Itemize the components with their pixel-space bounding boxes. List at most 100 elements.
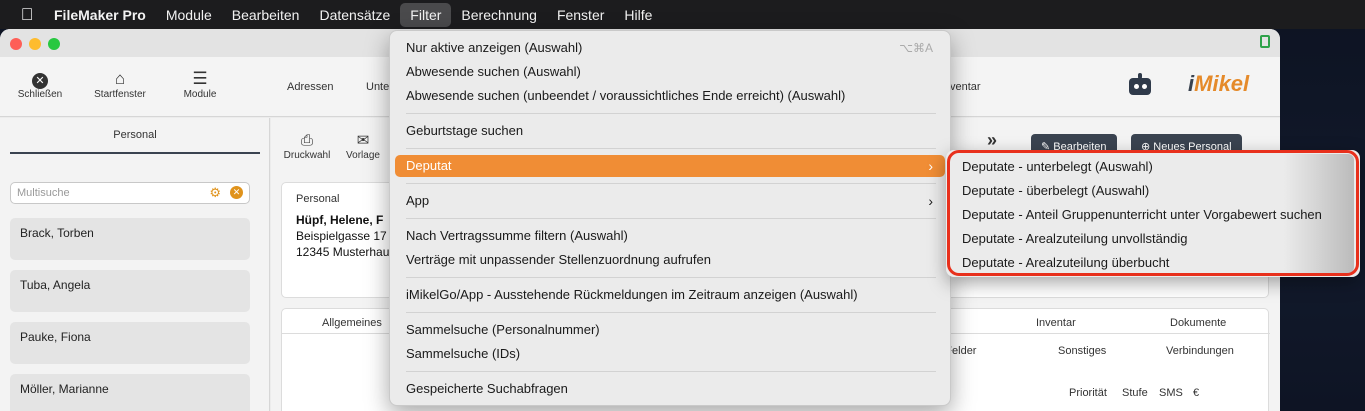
- robot-icon[interactable]: [1126, 73, 1154, 97]
- imikel-logo: iMikel: [1188, 71, 1250, 96]
- mail-icon: ✉: [356, 132, 370, 149]
- menu-item-sammelsuche-personalnummer[interactable]: Sammelsuche (Personalnummer): [395, 319, 945, 341]
- menu-item-vertraege-stellenzuordnung[interactable]: Verträge mit unpassender Stellenzuordnun…: [395, 249, 945, 271]
- close-window-button[interactable]: [10, 38, 22, 50]
- clear-search-icon[interactable]: ✕: [230, 186, 243, 199]
- menu-berechnung[interactable]: Berechnung: [451, 3, 547, 27]
- menu-item-label: Nur aktive anzeigen (Auswahl): [406, 40, 583, 55]
- subtab-verbindungen[interactable]: Verbindungen: [1166, 345, 1234, 357]
- menu-hilfe[interactable]: Hilfe: [614, 3, 662, 27]
- module-button-label: Module: [183, 89, 217, 100]
- home-button[interactable]: ⌂ Startfenster: [85, 69, 155, 100]
- person-city: 12345 Musterhau: [296, 245, 390, 259]
- filter-menu: Nur aktive anzeigen (Auswahl) ⌥⌘A Abwese…: [389, 30, 951, 406]
- submenu-item-unterbelegt[interactable]: Deputate - unterbelegt (Auswahl): [962, 159, 1153, 174]
- menu-bearbeiten[interactable]: Bearbeiten: [222, 3, 310, 27]
- tab-allgemeines[interactable]: Allgemeines: [322, 317, 382, 329]
- person-name: Pauke, Fiona: [20, 330, 91, 344]
- print-button[interactable]: ⎙ Druckwahl: [281, 132, 333, 161]
- chevron-right-icon[interactable]: »: [987, 130, 997, 151]
- subtab-sonstiges[interactable]: Sonstiges: [1058, 345, 1106, 357]
- menu-separator: [406, 183, 936, 184]
- chevron-right-icon: ›: [928, 158, 933, 174]
- menu-item-label: Gespeicherte Suchabfragen: [406, 381, 568, 396]
- menu-item-sammelsuche-ids[interactable]: Sammelsuche (IDs): [395, 343, 945, 365]
- menu-item-label: Deputat: [406, 158, 452, 173]
- search-input[interactable]: Multisuche ⚙ ✕: [10, 182, 250, 204]
- menu-item-shortcut: ⌥⌘A: [899, 41, 933, 55]
- nav-tab-adressen[interactable]: Adressen: [287, 81, 333, 93]
- submenu-item-arealzuteilung-unvollstaendig[interactable]: Deputate - Arealzuteilung unvollständig: [962, 231, 1187, 246]
- list-item[interactable]: Möller, Marianne: [10, 374, 250, 411]
- column-euro: €: [1193, 387, 1200, 399]
- gear-icon[interactable]: ⚙: [209, 185, 221, 201]
- menu-item-label: App: [406, 193, 430, 208]
- home-icon: ⌂: [114, 69, 126, 88]
- menu-fenster[interactable]: Fenster: [547, 3, 614, 27]
- sidebar: Personal Multisuche ⚙ ✕ Brack, Torben Tu…: [0, 118, 270, 411]
- menu-separator: [406, 371, 936, 372]
- menu-item-label: Abwesende suchen (unbeendet / voraussich…: [406, 88, 846, 103]
- menu-item-label: Verträge mit unpassender Stellenzuordnun…: [406, 252, 711, 267]
- menu-item-label: Abwesende suchen (Auswahl): [406, 64, 581, 79]
- nav-tab-inventar[interactable]: ventar: [950, 81, 981, 93]
- template-button[interactable]: ✉ Vorlage: [337, 132, 389, 161]
- menu-filter[interactable]: Filter: [400, 2, 452, 27]
- person-name: Tuba, Angela: [20, 278, 91, 292]
- tab-inventar[interactable]: Inventar: [1036, 317, 1076, 329]
- submenu-item-arealzuteilung-ueberbucht[interactable]: Deputate - Arealzuteilung überbucht: [962, 255, 1169, 270]
- lock-icon: [1260, 35, 1270, 48]
- menu-icon: ☰: [192, 69, 208, 88]
- person-street: Beispielgasse 17: [296, 229, 387, 243]
- menu-item-abwesende-unbeendet[interactable]: Abwesende suchen (unbeendet / voraussich…: [395, 85, 945, 107]
- column-prioritaet: Priorität: [1069, 387, 1107, 399]
- search-placeholder: Multisuche: [17, 187, 70, 199]
- menu-separator: [406, 148, 936, 149]
- menu-datensaetze[interactable]: Datensätze: [309, 3, 400, 27]
- list-item[interactable]: Pauke, Fiona: [10, 322, 250, 364]
- menu-filemaker-pro[interactable]: FileMaker Pro: [46, 3, 156, 27]
- apple-icon[interactable]: : [0, 5, 46, 25]
- close-button-label: Schließen: [17, 89, 63, 100]
- nav-tab-unte[interactable]: Unte: [366, 81, 389, 93]
- tab-dokumente[interactable]: Dokumente: [1170, 317, 1226, 329]
- home-button-label: Startfenster: [94, 89, 146, 100]
- menu-item-abwesende-suchen[interactable]: Abwesende suchen (Auswahl): [395, 61, 945, 83]
- module-button[interactable]: ☰ Module: [165, 69, 235, 100]
- deputat-submenu: Deputate - unterbelegt (Auswahl) Deputat…: [946, 150, 1360, 277]
- menu-item-gespeicherte-suchabfragen[interactable]: Gespeicherte Suchabfragen: [395, 378, 945, 400]
- menu-item-geburtstage[interactable]: Geburtstage suchen: [395, 120, 945, 142]
- menu-item-label: Geburtstage suchen: [406, 123, 524, 138]
- submenu-item-ueberbelegt[interactable]: Deputate - überbelegt (Auswahl): [962, 183, 1149, 198]
- list-item[interactable]: Brack, Torben: [10, 218, 250, 260]
- menu-item-imikelgo-rueckmeldungen[interactable]: iMikelGo/App - Ausstehende Rückmeldungen…: [395, 284, 945, 306]
- close-button[interactable]: ✕ Schließen: [5, 69, 75, 100]
- menu-item-label: Sammelsuche (Personalnummer): [406, 322, 600, 337]
- close-circle-icon: ✕: [5, 69, 75, 89]
- template-label: Vorlage: [346, 150, 380, 161]
- menu-item-nur-aktive[interactable]: Nur aktive anzeigen (Auswahl) ⌥⌘A: [395, 37, 945, 59]
- menu-separator: [406, 113, 936, 114]
- menu-separator: [406, 312, 936, 313]
- person-fullname: Hüpf, Helene, F: [296, 213, 384, 227]
- menu-item-label: Sammelsuche (IDs): [406, 346, 521, 361]
- menu-separator: [406, 218, 936, 219]
- print-icon: ⎙: [300, 132, 313, 149]
- sidebar-title: Personal: [113, 129, 157, 141]
- menu-item-deputat[interactable]: Deputat ›: [395, 155, 945, 177]
- person-name: Möller, Marianne: [20, 382, 109, 396]
- print-label: Druckwahl: [283, 150, 331, 161]
- card-label: Personal: [296, 193, 340, 205]
- person-name: Brack, Torben: [20, 226, 94, 240]
- menu-module[interactable]: Module: [156, 3, 222, 27]
- submenu-item-gruppenunterricht[interactable]: Deputate - Anteil Gruppenunterricht unte…: [962, 207, 1322, 222]
- list-item[interactable]: Tuba, Angela: [10, 270, 250, 312]
- sidebar-divider: [10, 152, 260, 154]
- column-sms: SMS: [1159, 387, 1183, 399]
- menu-item-label: iMikelGo/App - Ausstehende Rückmeldungen…: [406, 287, 858, 302]
- menu-item-app[interactable]: App ›: [395, 190, 945, 212]
- zoom-window-button[interactable]: [48, 38, 60, 50]
- column-stufe: Stufe: [1122, 387, 1148, 399]
- minimize-window-button[interactable]: [29, 38, 41, 50]
- menu-item-vertragssumme[interactable]: Nach Vertragssumme filtern (Auswahl): [395, 225, 945, 247]
